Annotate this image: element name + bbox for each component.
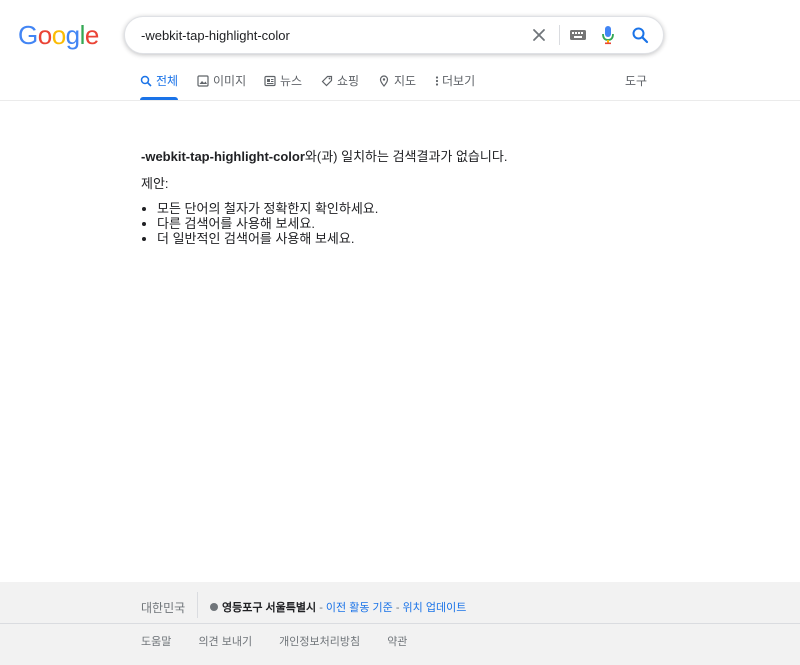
query-text: -webkit-tap-highlight-color <box>141 149 305 164</box>
no-match-text: -webkit-tap-highlight-color와(과) 일치하는 검색결… <box>141 148 701 166</box>
help-link[interactable]: 도움말 <box>141 636 171 648</box>
location-place: 영등포구 서울특별시 <box>222 602 317 614</box>
history-link[interactable]: 이전 활동 기준 <box>326 602 393 614</box>
terms-link[interactable]: 약관 <box>387 636 407 648</box>
update-location-link[interactable]: 위치 업데이트 <box>403 602 467 614</box>
tab-label: 이미지 <box>213 74 247 88</box>
clear-icon[interactable] <box>530 26 548 44</box>
location-info: 영등포구 서울특별시 - 이전 활동 기준 - 위치 업데이트 <box>210 599 466 615</box>
logo-letter: e <box>84 20 99 50</box>
no-results-message: -webkit-tap-highlight-color와(과) 일치하는 검색결… <box>141 148 701 246</box>
feedback-link[interactable]: 의견 보내기 <box>198 636 252 648</box>
suggestion-item: 다른 검색어를 사용해 보세요. <box>157 216 701 231</box>
news-icon <box>264 75 276 87</box>
tab-maps[interactable]: 지도 <box>378 72 416 100</box>
logo-letter: g <box>65 20 80 50</box>
google-logo[interactable]: Google <box>18 20 99 51</box>
search-divider <box>559 25 560 45</box>
image-icon <box>197 75 209 87</box>
header: Google 전체 이미지 뉴스 쇼핑 지도 <box>0 0 800 101</box>
tools-button[interactable]: 도구 <box>625 72 647 89</box>
tag-icon <box>321 75 333 87</box>
suggestions-list: 모든 단어의 철자가 정확한지 확인하세요. 다른 검색어를 사용해 보세요. … <box>141 201 701 246</box>
suggestion-item: 모든 단어의 철자가 정확한지 확인하세요. <box>157 201 701 216</box>
tab-more[interactable]: 더보기 <box>434 72 475 100</box>
tab-shopping[interactable]: 쇼핑 <box>321 72 359 100</box>
footer-location-bar: 대한민국 영등포구 서울특별시 - 이전 활동 기준 - 위치 업데이트 <box>0 582 800 624</box>
privacy-link[interactable]: 개인정보처리방침 <box>279 636 360 648</box>
location-sep: - <box>316 602 326 614</box>
suggestion-item: 더 일반적인 검색어를 사용해 보세요. <box>157 231 701 246</box>
search-icon[interactable] <box>631 26 649 44</box>
tab-all[interactable]: 전체 <box>140 72 178 100</box>
search-icon <box>140 75 152 87</box>
tab-news[interactable]: 뉴스 <box>264 72 302 100</box>
no-match-suffix: 와(과) 일치하는 검색결과가 없습니다. <box>304 149 508 164</box>
logo-letter: o <box>51 20 66 50</box>
tab-label: 쇼핑 <box>337 74 360 88</box>
tab-label: 전체 <box>156 74 179 88</box>
search-box <box>124 16 664 54</box>
logo-letter: o <box>37 20 52 50</box>
more-vert-icon <box>435 76 439 86</box>
search-input[interactable] <box>141 17 501 53</box>
suggestions-label: 제안: <box>141 176 169 191</box>
footer: 대한민국 영등포구 서울특별시 - 이전 활동 기준 - 위치 업데이트 도움말… <box>0 582 800 665</box>
logo-letter: G <box>18 20 38 50</box>
location-dot-icon <box>210 603 218 611</box>
country-label: 대한민국 <box>141 601 186 615</box>
tab-label: 지도 <box>394 74 417 88</box>
location-sep: - <box>392 602 403 614</box>
tab-label: 뉴스 <box>280 74 303 88</box>
map-pin-icon <box>379 75 389 87</box>
keyboard-icon[interactable] <box>569 27 587 43</box>
tab-images[interactable]: 이미지 <box>197 72 246 100</box>
microphone-icon[interactable] <box>601 25 615 45</box>
tab-label: 더보기 <box>442 74 476 88</box>
footer-links: 도움말 의견 보내기 개인정보처리방침 약관 <box>141 633 431 649</box>
footer-divider <box>197 592 198 618</box>
